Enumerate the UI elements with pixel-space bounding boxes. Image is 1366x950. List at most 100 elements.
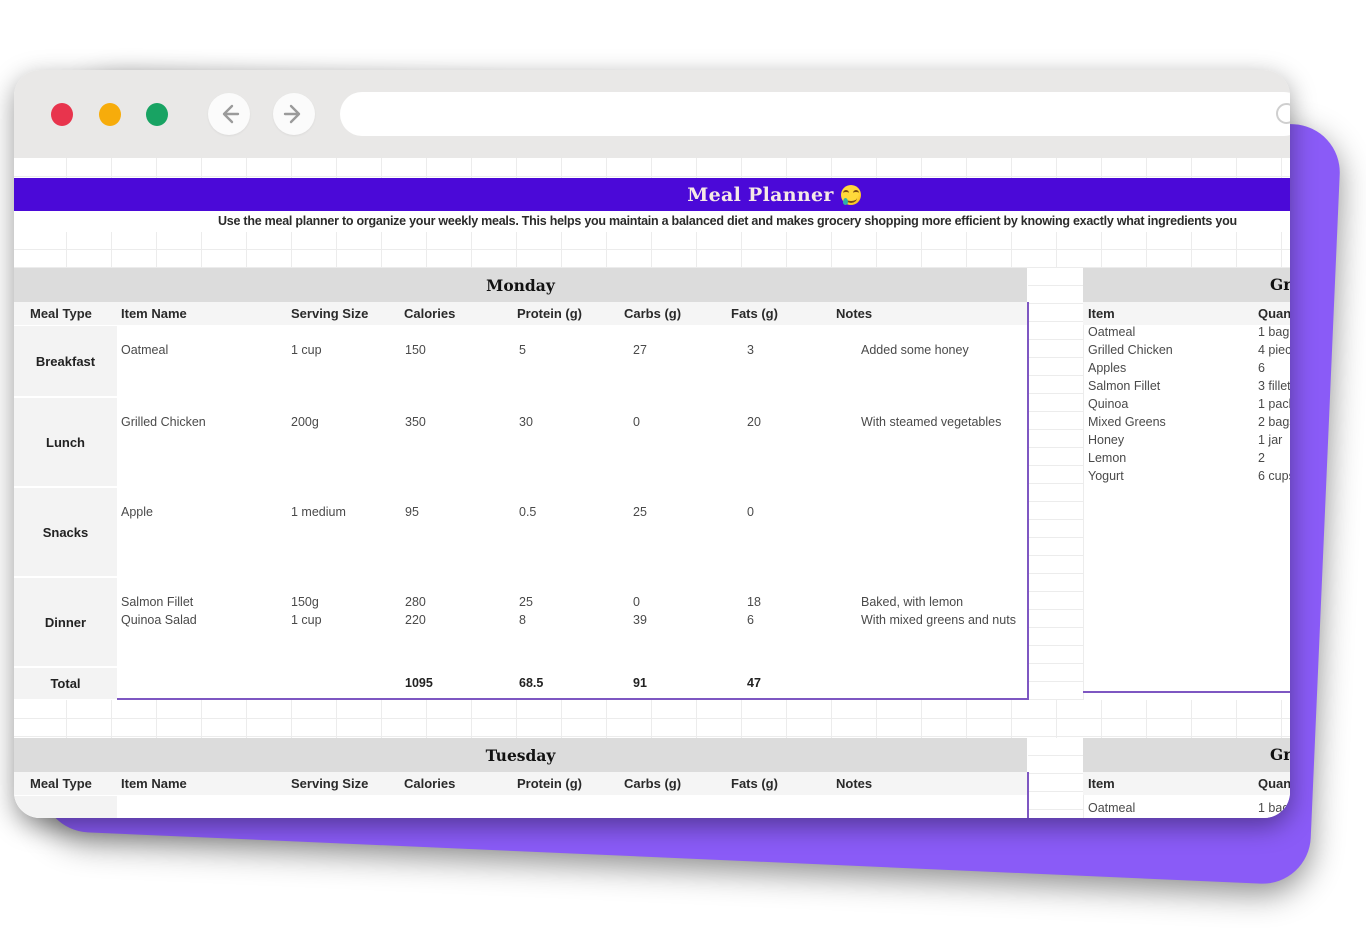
grocery-qty[interactable]: 1 bag: [1258, 799, 1289, 817]
meal-type-cell-total[interactable]: Total: [14, 668, 117, 699]
cell-fats[interactable]: 0: [747, 503, 754, 521]
grocery-qty[interactable]: 1 jar: [1258, 431, 1282, 449]
grocery-qty[interactable]: 4 pieces: [1258, 341, 1290, 359]
page-title: Meal Planner: [687, 183, 834, 206]
col-header-calories[interactable]: Calories: [404, 772, 455, 795]
grocery-item[interactable]: Oatmeal: [1088, 799, 1135, 817]
cell-total-calories[interactable]: 1095: [405, 674, 433, 692]
table-bottom-border: [117, 698, 1027, 700]
cell-protein[interactable]: 5: [519, 341, 526, 359]
col-header-item-name[interactable]: Item Name: [121, 302, 187, 325]
cell-protein[interactable]: 30: [519, 413, 533, 431]
cell-notes[interactable]: Added some honey: [861, 341, 969, 359]
grocery-item[interactable]: Grilled Chicken: [1088, 341, 1173, 359]
cell-calories[interactable]: 220: [405, 611, 426, 629]
cell-protein[interactable]: 8: [519, 611, 526, 629]
grocery-item[interactable]: Quinoa: [1088, 395, 1128, 413]
search-icon[interactable]: [1276, 103, 1290, 124]
screenshot-canvas: Meal Planner Use the meal planner to org…: [0, 0, 1366, 950]
cell-fats[interactable]: 6: [747, 611, 754, 629]
cell-item-name[interactable]: Quinoa Salad: [121, 611, 197, 629]
grocery-title: Grocery List: [1270, 745, 1290, 764]
cell-carbs[interactable]: 39: [633, 611, 647, 629]
cell-calories[interactable]: 150: [405, 341, 426, 359]
grocery-item[interactable]: Mixed Greens: [1088, 413, 1166, 431]
col-header-notes[interactable]: Notes: [836, 772, 872, 795]
meal-type-cell-lunch[interactable]: Lunch: [14, 398, 117, 486]
col-header-item-name[interactable]: Item Name: [121, 772, 187, 795]
cell-serving[interactable]: 150g: [291, 593, 319, 611]
traffic-light-close-icon[interactable]: [51, 103, 73, 126]
cell-protein[interactable]: 25: [519, 593, 533, 611]
cell-fats[interactable]: 3: [747, 341, 754, 359]
grocery-item[interactable]: Salmon Fillet: [1088, 377, 1160, 395]
col-header-protein[interactable]: Protein (g): [517, 772, 582, 795]
col-header-calories[interactable]: Calories: [404, 302, 455, 325]
cell-serving[interactable]: 1 medium: [291, 503, 346, 521]
col-header-fats[interactable]: Fats (g): [731, 302, 778, 325]
grocery-qty[interactable]: 6: [1258, 359, 1265, 377]
cell-serving[interactable]: 200g: [291, 413, 319, 431]
grocery-qty[interactable]: 2: [1258, 449, 1265, 467]
cell-item-name[interactable]: Oatmeal: [121, 341, 168, 359]
grocery-item[interactable]: Yogurt: [1088, 467, 1124, 485]
grocery-col-header-item[interactable]: Item: [1088, 772, 1115, 795]
col-header-carbs[interactable]: Carbs (g): [624, 772, 681, 795]
cell-total-protein[interactable]: 68.5: [519, 674, 543, 692]
grocery-qty[interactable]: 1 pack: [1258, 395, 1290, 413]
cell-fats[interactable]: 20: [747, 413, 761, 431]
day-band-tuesday: Tuesday: [14, 738, 1027, 772]
grocery-qty[interactable]: 2 bags: [1258, 413, 1290, 431]
cell-serving[interactable]: 1 cup: [291, 341, 322, 359]
traffic-light-maximize-icon[interactable]: [146, 103, 168, 126]
meal-type-cell-dinner[interactable]: Dinner: [14, 578, 117, 666]
grocery-qty[interactable]: 1 bag: [1258, 323, 1289, 341]
col-header-protein[interactable]: Protein (g): [517, 302, 582, 325]
col-header-carbs[interactable]: Carbs (g): [624, 302, 681, 325]
traffic-light-minimize-icon[interactable]: [99, 103, 121, 126]
cell-total-fats[interactable]: 47: [747, 674, 761, 692]
cell-calories[interactable]: 95: [405, 503, 419, 521]
cell-fats[interactable]: 18: [747, 593, 761, 611]
cell-calories[interactable]: 280: [405, 593, 426, 611]
grocery-col-header-item[interactable]: Item: [1088, 302, 1115, 325]
col-header-meal-type[interactable]: Meal Type: [30, 302, 92, 325]
grocery-item[interactable]: Honey: [1088, 431, 1124, 449]
back-button[interactable]: [208, 93, 250, 135]
cell-item-name[interactable]: Salmon Fillet: [121, 593, 193, 611]
col-header-serving-size[interactable]: Serving Size: [291, 302, 368, 325]
cell-total-carbs[interactable]: 91: [633, 674, 647, 692]
col-header-meal-type[interactable]: Meal Type: [30, 772, 92, 795]
cell-protein[interactable]: 0.5: [519, 503, 536, 521]
grocery-item[interactable]: Lemon: [1088, 449, 1126, 467]
cell-carbs[interactable]: 0: [633, 593, 640, 611]
empty-spreadsheet-column: [1028, 738, 1084, 818]
page-title-wrap: Meal Planner: [574, 178, 974, 211]
face-savoring-food-emoji-icon: [840, 184, 861, 205]
cell-notes[interactable]: With mixed greens and nuts: [861, 611, 1016, 629]
cell-carbs[interactable]: 25: [633, 503, 647, 521]
arrow-left-icon: [218, 103, 240, 125]
col-header-fats[interactable]: Fats (g): [731, 772, 778, 795]
grocery-qty[interactable]: 3 fillets: [1258, 377, 1290, 395]
meal-type-cell-snacks[interactable]: Snacks: [14, 488, 117, 576]
grocery-col-header-quantity[interactable]: Quantity: [1258, 772, 1290, 795]
grocery-item[interactable]: Oatmeal: [1088, 323, 1135, 341]
cell-item-name[interactable]: Apple: [121, 503, 153, 521]
grocery-qty[interactable]: 6 cups: [1258, 467, 1290, 485]
grocery-item[interactable]: Apples: [1088, 359, 1126, 377]
cell-item-name[interactable]: Grilled Chicken: [121, 413, 206, 431]
meal-type-cell-breakfast[interactable]: Breakfast: [14, 326, 117, 396]
grocery-col-header-quantity[interactable]: Quantity: [1258, 302, 1290, 325]
cell-calories[interactable]: 350: [405, 413, 426, 431]
col-header-notes[interactable]: Notes: [836, 302, 872, 325]
cell-serving[interactable]: 1 cup: [291, 611, 322, 629]
address-bar[interactable]: [340, 92, 1290, 136]
cell-carbs[interactable]: 0: [633, 413, 640, 431]
forward-button[interactable]: [273, 93, 315, 135]
col-header-serving-size[interactable]: Serving Size: [291, 772, 368, 795]
meal-type-cell[interactable]: [14, 796, 117, 818]
cell-notes[interactable]: Baked, with lemon: [861, 593, 963, 611]
cell-carbs[interactable]: 27: [633, 341, 647, 359]
cell-notes[interactable]: With steamed vegetables: [861, 413, 1001, 431]
